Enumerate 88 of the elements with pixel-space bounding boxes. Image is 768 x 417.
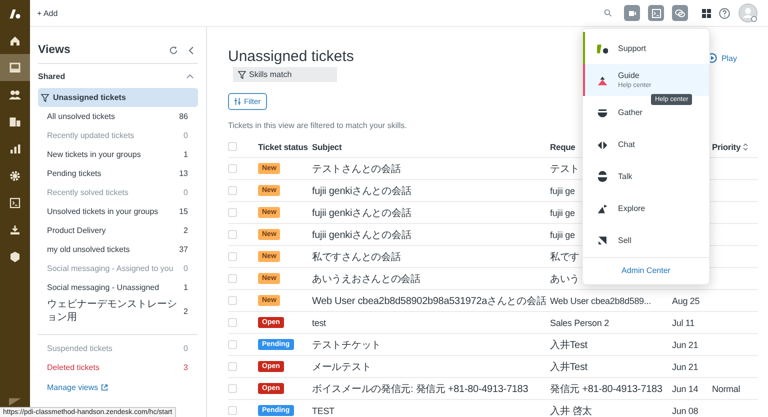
- requester-cell: fujii ge: [550, 230, 575, 240]
- chat-bubbles-icon: [675, 8, 685, 18]
- date-cell: Jun 21: [672, 340, 698, 350]
- subject-cell[interactable]: test: [312, 318, 326, 328]
- view-item[interactable]: New tickets in your groups 1: [38, 145, 198, 164]
- row-checkbox[interactable]: [228, 208, 237, 217]
- product-menu-item[interactable]: Chat: [618, 140, 635, 148]
- admin-center-link[interactable]: Admin Center: [583, 258, 709, 284]
- avatar-icon[interactable]: [738, 3, 758, 23]
- date-cell: Jul 11: [672, 318, 694, 328]
- sort-icon[interactable]: [742, 142, 748, 150]
- date-cell: Jun 08: [672, 406, 698, 416]
- chat-button[interactable]: [672, 5, 688, 21]
- refresh-icon[interactable]: [169, 46, 178, 54]
- column-header[interactable]: Priority: [712, 142, 756, 152]
- date-cell: Jun 21: [672, 362, 698, 372]
- column-header[interactable]: Subject: [312, 142, 550, 152]
- row-checkbox[interactable]: [228, 296, 237, 305]
- product-menu-item[interactable]: Gather: [618, 108, 642, 116]
- view-item[interactable]: Unassigned tickets: [38, 88, 198, 107]
- section-label: Shared: [38, 72, 66, 80]
- column-header[interactable]: Ticket status: [258, 142, 312, 152]
- row-checkbox[interactable]: [228, 406, 237, 415]
- monitor-icon[interactable]: [0, 54, 30, 81]
- help-icon[interactable]: [719, 8, 730, 18]
- page-title: Unassigned tickets: [228, 48, 354, 64]
- search-icon[interactable]: [604, 9, 612, 17]
- video-button[interactable]: [624, 5, 640, 21]
- skills-match-chip: Skills match: [233, 67, 337, 82]
- add-button[interactable]: + Add: [37, 8, 58, 18]
- row-checkbox[interactable]: [228, 318, 237, 327]
- subject-cell[interactable]: テストチケット: [312, 338, 381, 352]
- requester-cell-text: 私です: [550, 250, 580, 264]
- date-cell: Aug 25: [672, 296, 700, 306]
- requester-cell-text: テスト: [550, 162, 580, 176]
- subject-cell[interactable]: ボイスメールの発信元: 発信元 +81-80-4913-7183: [312, 382, 528, 396]
- subject-cell[interactable]: テストさんとの会話: [312, 162, 401, 176]
- date-cell: Jun 14: [672, 384, 698, 394]
- row-checkbox[interactable]: [228, 384, 237, 393]
- subject-cell[interactable]: 私ですさんとの会話: [312, 250, 401, 264]
- external-link-icon: [101, 384, 108, 391]
- product-menu-item[interactable]: Sell: [618, 236, 632, 244]
- product-menu-item[interactable]: Talk: [618, 172, 632, 180]
- apps-grid-icon[interactable]: [702, 8, 711, 18]
- subject-cell[interactable]: fujii genkiさんとの会話: [312, 184, 412, 198]
- requester-cell: fujii ge: [550, 186, 575, 196]
- subject-cell[interactable]: Web User cbea2b8d58902b98a531972aさんとの会話: [312, 294, 546, 308]
- sliders-icon: [234, 98, 241, 105]
- row-checkbox[interactable]: [228, 164, 237, 173]
- product-menu-item[interactable]: Explore: [618, 204, 646, 212]
- row-checkbox[interactable]: [228, 274, 237, 283]
- subject-cell[interactable]: fujii genkiさんとの会話: [312, 228, 412, 242]
- priority-cell: Normal: [712, 384, 740, 394]
- row-checkbox[interactable]: [228, 340, 237, 349]
- subject-cell[interactable]: fujii genkiさんとの会話: [312, 206, 412, 220]
- chevron-up-icon[interactable]: [186, 74, 194, 78]
- view-item[interactable]: Deleted tickets 3: [38, 358, 198, 377]
- requester-cell: Web User cbea2b8d589...: [550, 296, 651, 306]
- subject-cell[interactable]: あいうえおさんとの会話: [312, 272, 420, 286]
- manage-views-link[interactable]: Manage views: [47, 380, 108, 395]
- requester-cell-text: 入井Test: [550, 338, 588, 352]
- view-item[interactable]: Social messaging - Unassigned 1: [38, 278, 198, 297]
- requester-cell-text: 入井Test: [550, 360, 588, 374]
- select-all-checkbox[interactable]: [228, 142, 237, 151]
- terminal-button[interactable]: [648, 5, 664, 21]
- requester-cell: fujii ge: [550, 208, 575, 218]
- filter-note: Tickets in this view are filtered to match your skills.: [228, 121, 408, 132]
- requester-cell: Sales Person 2: [550, 318, 609, 328]
- camera-icon: [628, 10, 636, 16]
- view-item[interactable]: Product Delivery 2: [38, 221, 198, 240]
- subject-cell[interactable]: メールテスト: [312, 360, 372, 374]
- filter-icon: [41, 94, 49, 102]
- view-item[interactable]: Pending tickets 13: [38, 164, 198, 183]
- view-item[interactable]: Unsolved tickets in your groups 15: [38, 202, 198, 221]
- terminal-icon: [652, 8, 660, 18]
- row-checkbox[interactable]: [228, 230, 237, 239]
- subject-cell[interactable]: TEST: [312, 406, 334, 416]
- filter-icon: [238, 70, 246, 78]
- row-checkbox[interactable]: [228, 252, 237, 261]
- view-item[interactable]: my old unsolved tickets 37: [38, 240, 198, 259]
- requester-cell-text: あいう: [550, 272, 580, 286]
- requester-cell-text: 発信元 +81-80-4913-7183: [550, 382, 662, 396]
- chevron-left-icon[interactable]: [188, 46, 194, 54]
- row-checkbox[interactable]: [228, 186, 237, 195]
- requester-cell-text: 入井 啓太: [550, 404, 592, 417]
- row-checkbox[interactable]: [228, 362, 237, 371]
- view-item[interactable]: All unsolved tickets 86: [38, 107, 198, 126]
- views-title: Views: [38, 44, 72, 56]
